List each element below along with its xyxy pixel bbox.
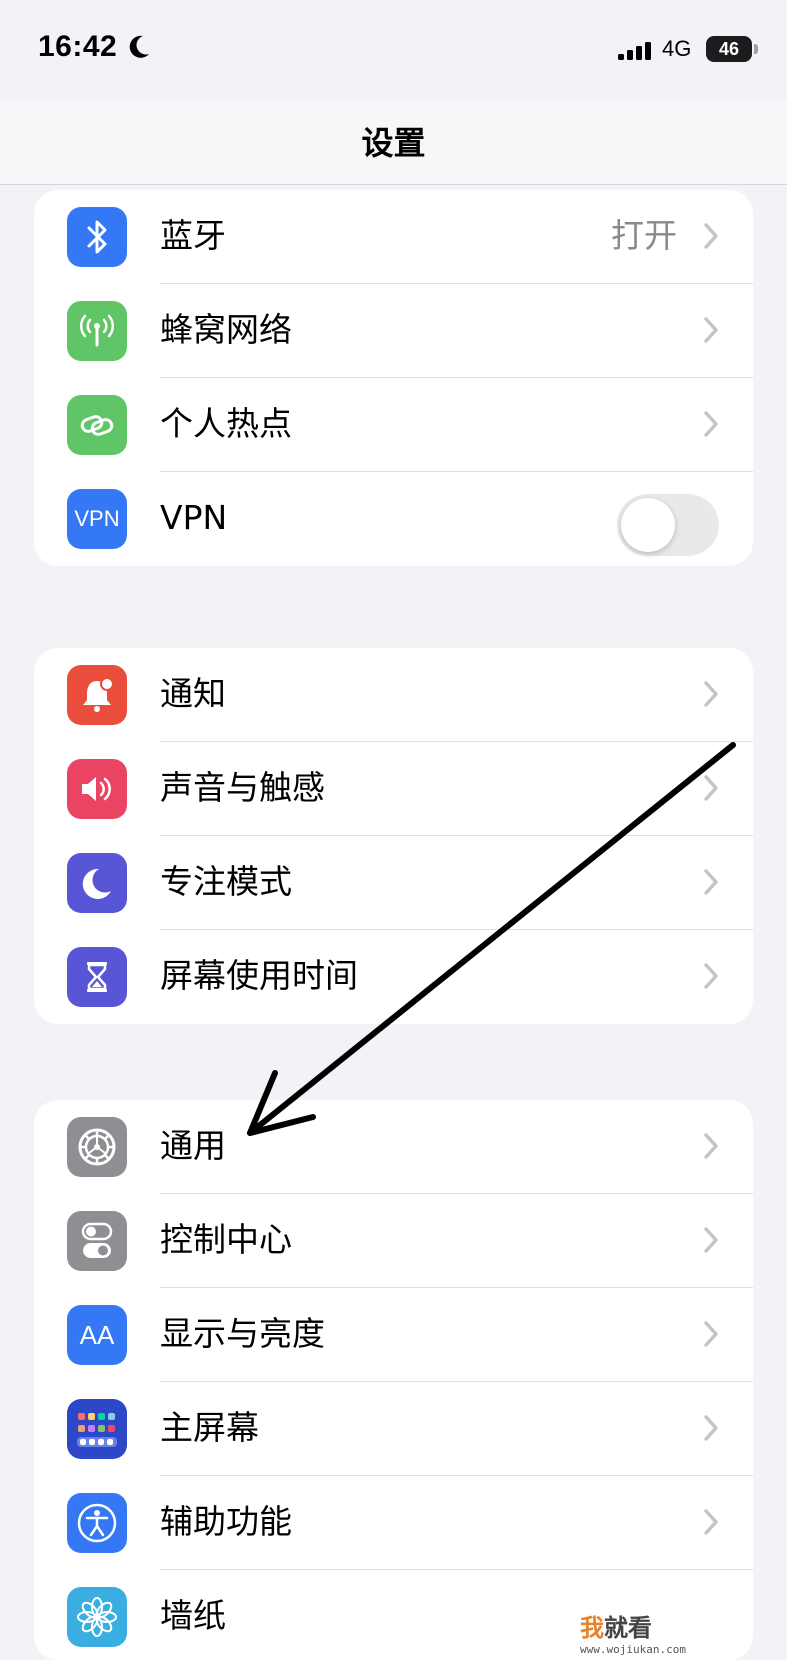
row-label: 控制中心 xyxy=(160,1220,292,1259)
row-label: 辅助功能 xyxy=(160,1502,292,1541)
vpn-toggle[interactable] xyxy=(617,494,719,556)
app-grid-icon xyxy=(67,1399,127,1459)
watermark-url: www.wojiukan.com xyxy=(580,1643,686,1656)
gear-icon xyxy=(67,1117,127,1177)
watermark: 我就看 www.wojiukan.com xyxy=(580,1608,686,1656)
moon-icon xyxy=(67,853,127,913)
toggle-knob xyxy=(621,498,675,552)
flower-icon xyxy=(67,1587,127,1647)
row-value: 打开 xyxy=(611,216,677,255)
row-label: 通用 xyxy=(160,1126,226,1165)
row-label: VPN xyxy=(160,498,228,537)
network-type: 4G xyxy=(662,36,692,61)
chevron-right-icon xyxy=(704,1509,718,1535)
settings-row-cellular[interactable]: 蜂窝网络 xyxy=(34,284,753,378)
cellular-signal-icon xyxy=(618,42,651,60)
chevron-right-icon xyxy=(704,223,718,249)
battery-indicator: 46 xyxy=(706,36,752,62)
settings-row-general[interactable]: 通用 xyxy=(34,1100,753,1194)
link-icon xyxy=(67,395,127,455)
settings-row-bluetooth[interactable]: 蓝牙 打开 xyxy=(34,190,753,284)
settings-group-connectivity: 蓝牙 打开 蜂窝网络 个人热点 VPN VPN xyxy=(34,190,753,566)
speaker-icon xyxy=(67,759,127,819)
battery-tip xyxy=(754,44,758,54)
chevron-right-icon xyxy=(704,1415,718,1441)
chevron-right-icon xyxy=(704,963,718,989)
accessibility-icon xyxy=(67,1493,127,1553)
row-label: 屏幕使用时间 xyxy=(160,956,358,995)
status-time: 16:42 xyxy=(38,30,118,63)
vpn-icon: VPN xyxy=(67,489,127,549)
settings-row-sounds[interactable]: 声音与触感 xyxy=(34,742,753,836)
settings-row-control-center[interactable]: 控制中心 xyxy=(34,1194,753,1288)
row-label: 蓝牙 xyxy=(160,216,226,255)
watermark-brand: 我就看 xyxy=(580,1614,652,1642)
chevron-right-icon xyxy=(704,317,718,343)
text-size-icon-text: AA xyxy=(79,1319,115,1350)
hourglass-icon xyxy=(67,947,127,1007)
row-label: 显示与亮度 xyxy=(160,1314,325,1353)
settings-group-notifications: 通知 声音与触感 专注模式 屏幕使用时间 xyxy=(34,648,753,1024)
antenna-icon xyxy=(67,301,127,361)
chevron-right-icon xyxy=(704,1227,718,1253)
settings-row-hotspot[interactable]: 个人热点 xyxy=(34,378,753,472)
text-size-icon: AA xyxy=(67,1305,127,1365)
settings-row-vpn[interactable]: VPN VPN xyxy=(34,472,753,566)
row-label: 蜂窝网络 xyxy=(160,310,292,349)
settings-row-display[interactable]: AA 显示与亮度 xyxy=(34,1288,753,1382)
focus-moon-icon xyxy=(129,35,149,58)
chevron-right-icon xyxy=(704,869,718,895)
navigation-bar: 设置 xyxy=(0,100,787,185)
settings-row-notifications[interactable]: 通知 xyxy=(34,648,753,742)
row-label: 声音与触感 xyxy=(160,768,325,807)
vpn-icon-text: VPN xyxy=(74,506,120,531)
bluetooth-icon xyxy=(67,207,127,267)
chevron-right-icon xyxy=(704,1133,718,1159)
settings-row-home-screen[interactable]: 主屏幕 xyxy=(34,1382,753,1476)
chevron-right-icon xyxy=(704,1321,718,1347)
settings-group-general: 通用 控制中心 AA 显示与亮度 主屏幕 辅助功能 墙纸 xyxy=(34,1100,753,1660)
page-title: 设置 xyxy=(361,124,426,162)
row-label: 主屏幕 xyxy=(160,1408,259,1447)
bell-icon xyxy=(67,665,127,725)
chevron-right-icon xyxy=(704,411,718,437)
settings-row-screen-time[interactable]: 屏幕使用时间 xyxy=(34,930,753,1024)
chevron-right-icon xyxy=(704,681,718,707)
settings-row-focus[interactable]: 专注模式 xyxy=(34,836,753,930)
row-label: 个人热点 xyxy=(160,404,292,443)
chevron-right-icon xyxy=(704,775,718,801)
row-label: 通知 xyxy=(160,674,226,713)
row-label: 专注模式 xyxy=(160,862,292,901)
switches-icon xyxy=(67,1211,127,1271)
status-bar: 16:42 4G 46 xyxy=(0,0,787,100)
settings-row-accessibility[interactable]: 辅助功能 xyxy=(34,1476,753,1570)
row-label: 墙纸 xyxy=(160,1596,226,1635)
